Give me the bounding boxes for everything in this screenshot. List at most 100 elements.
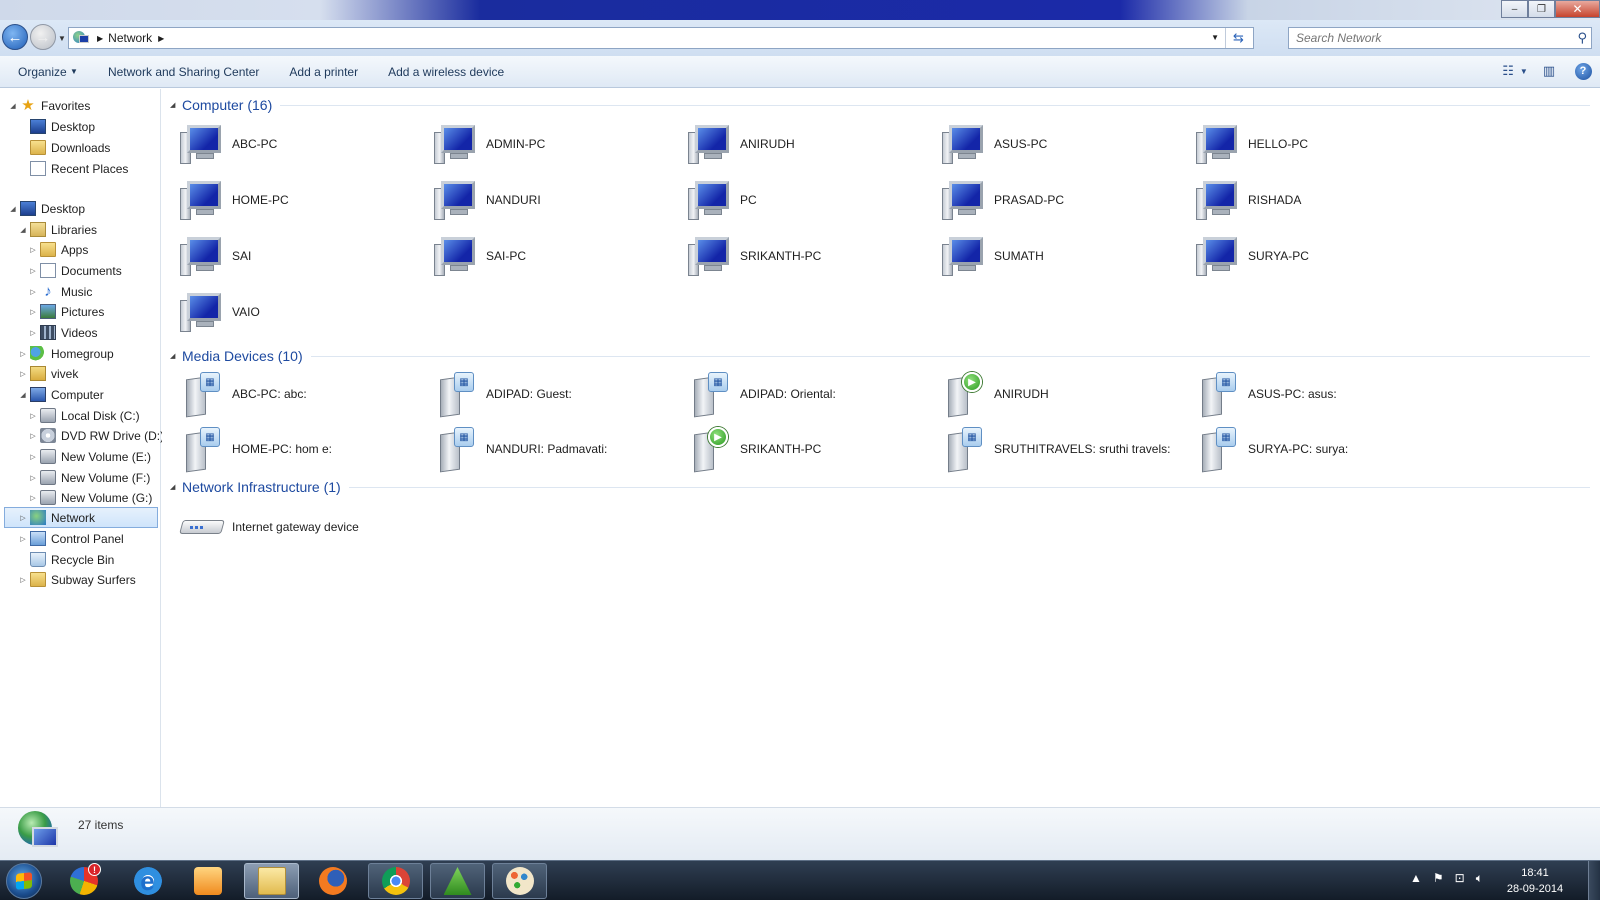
recent-pages-dropdown[interactable]: ▼ [58, 34, 66, 43]
taskbar-windows-explorer[interactable] [244, 863, 299, 899]
taskbar-app-pie[interactable]: ! [56, 863, 111, 899]
nav-drive-f[interactable]: ▷ New Volume (F:) [28, 467, 150, 488]
collapse-group-icon[interactable]: ◢ [170, 101, 182, 109]
group-header-media-devices[interactable]: ◢ Media Devices (10) [170, 346, 1590, 366]
computer-item[interactable]: NANDURI [432, 175, 672, 225]
collapsed-arrow-icon[interactable]: ▷ [18, 576, 28, 584]
nav-libraries[interactable]: ◢ Libraries [18, 219, 97, 240]
media-device-item[interactable]: ▦ ADIPAD: Oriental: [686, 369, 926, 419]
refresh-button[interactable]: ⇆ [1225, 28, 1251, 48]
computer-item[interactable]: SRIKANTH-PC [686, 231, 926, 281]
nav-downloads[interactable]: Downloads [18, 137, 110, 158]
media-device-item[interactable]: ▦ ASUS-PC: asus: [1194, 369, 1434, 419]
preview-pane-button[interactable]: ▥ [1538, 60, 1560, 82]
collapsed-arrow-icon[interactable]: ▷ [28, 453, 38, 461]
computer-item[interactable]: SAI-PC [432, 231, 672, 281]
collapsed-arrow-icon[interactable]: ▷ [18, 535, 28, 543]
nav-homegroup[interactable]: ▷ Homegroup [18, 343, 114, 364]
volume-icon[interactable]: 🔈︎ [1476, 871, 1483, 886]
collapsed-arrow-icon[interactable]: ▷ [28, 308, 38, 316]
collapsed-arrow-icon[interactable]: ▷ [18, 350, 28, 358]
show-hidden-icons-icon[interactable]: ▲ [1410, 871, 1422, 886]
collapse-group-icon[interactable]: ◢ [170, 352, 182, 360]
nav-network[interactable]: ▷ Network [4, 507, 158, 528]
collapsed-arrow-icon[interactable]: ▷ [28, 412, 38, 420]
clock[interactable]: 18:41 28-09-2014 [1500, 865, 1570, 897]
search-input[interactable] [1289, 28, 1559, 48]
taskbar-internet-explorer[interactable]: e [120, 863, 175, 899]
nav-drive-g[interactable]: ▷ New Volume (G:) [28, 487, 152, 508]
computer-item[interactable]: HOME-PC [178, 175, 418, 225]
breadcrumb-separator-icon[interactable]: ▶ [97, 34, 103, 43]
media-device-item[interactable]: ▶ SRIKANTH-PC [686, 424, 926, 474]
computer-item[interactable]: SURYA-PC [1194, 231, 1434, 281]
group-header-computer[interactable]: ◢ Computer (16) [170, 95, 1590, 115]
computer-item[interactable]: HELLO-PC [1194, 119, 1434, 169]
nav-drive-c[interactable]: ▷ Local Disk (C:) [28, 405, 140, 426]
nav-drive-d[interactable]: ▷ DVD RW Drive (D:) [28, 425, 164, 446]
add-wireless-device-button[interactable]: Add a wireless device [373, 60, 519, 84]
expanded-arrow-icon[interactable]: ◢ [18, 226, 28, 234]
back-button[interactable]: ← [2, 24, 28, 50]
address-bar[interactable]: ▶ Network ▶ ▼ ⇆ [68, 27, 1254, 49]
computer-item[interactable]: SAI [178, 231, 418, 281]
organize-menu[interactable]: Organize ▼ [0, 60, 93, 84]
taskbar-paint[interactable] [492, 863, 547, 899]
computer-item[interactable]: SUMATH [940, 231, 1180, 281]
collapsed-arrow-icon[interactable]: ▷ [28, 267, 38, 275]
computer-item[interactable]: ABC-PC [178, 119, 418, 169]
address-dropdown-icon[interactable]: ▼ [1211, 33, 1219, 42]
start-button[interactable] [6, 863, 42, 899]
add-printer-button[interactable]: Add a printer [274, 60, 373, 84]
computer-item[interactable]: RISHADA [1194, 175, 1434, 225]
close-button[interactable]: ✕ [1555, 0, 1600, 18]
action-center-flag-icon[interactable]: ⚑ [1433, 871, 1444, 886]
nav-videos[interactable]: ▷ Videos [28, 322, 97, 343]
media-device-item[interactable]: ▦ NANDURI: Padmavati: [432, 424, 672, 474]
breadcrumb-chevron-icon[interactable]: ▶ [158, 34, 164, 43]
nav-music[interactable]: ▷ ♪ Music [28, 281, 92, 302]
nav-desktop-favorite[interactable]: Desktop [18, 116, 95, 137]
network-status-icon[interactable]: ⊡ [1455, 871, 1465, 886]
nav-favorites[interactable]: ◢ ★ Favorites [8, 95, 90, 116]
search-icon[interactable]: ⚲ [1577, 30, 1587, 46]
forward-button[interactable]: → [30, 24, 56, 50]
collapsed-arrow-icon[interactable]: ▷ [18, 370, 28, 378]
expanded-arrow-icon[interactable]: ◢ [8, 102, 18, 110]
nav-drive-e[interactable]: ▷ New Volume (E:) [28, 446, 151, 467]
computer-item[interactable]: ANIRUDH [686, 119, 926, 169]
media-device-item[interactable]: ▶ ANIRUDH [940, 369, 1180, 419]
nav-apps[interactable]: ▷ Apps [28, 239, 88, 260]
computer-item[interactable]: PC [686, 175, 926, 225]
computer-item[interactable]: ADMIN-PC [432, 119, 672, 169]
media-device-item[interactable]: ▦ SRUTHITRAVELS: sruthi travels: [940, 424, 1180, 474]
network-infrastructure-item[interactable]: Internet gateway device [178, 502, 418, 552]
breadcrumb-network[interactable]: Network [108, 31, 152, 45]
show-desktop-button[interactable] [1588, 861, 1600, 900]
computer-item[interactable]: PRASAD-PC [940, 175, 1180, 225]
minimize-button[interactable]: – [1501, 0, 1528, 18]
nav-recent-places[interactable]: Recent Places [18, 158, 128, 179]
nav-pictures[interactable]: ▷ Pictures [28, 301, 104, 322]
nav-subway-surfers[interactable]: ▷ Subway Surfers [18, 569, 136, 590]
help-button[interactable]: ? [1572, 60, 1594, 82]
collapsed-arrow-icon[interactable]: ▷ [28, 329, 38, 337]
computer-item[interactable]: ASUS-PC [940, 119, 1180, 169]
media-device-item[interactable]: ▦ ABC-PC: abc: [178, 369, 418, 419]
media-device-item[interactable]: ▦ HOME-PC: hom e: [178, 424, 418, 474]
collapsed-arrow-icon[interactable]: ▷ [28, 432, 38, 440]
nav-desktop[interactable]: ◢ Desktop [8, 198, 85, 219]
taskbar-media-player[interactable] [180, 863, 235, 899]
group-header-network-infrastructure[interactable]: ◢ Network Infrastructure (1) [170, 477, 1590, 497]
restore-button[interactable]: ❐ [1528, 0, 1555, 18]
nav-user-vivek[interactable]: ▷ vivek [18, 363, 78, 384]
nav-computer[interactable]: ◢ Computer [18, 384, 104, 405]
collapsed-arrow-icon[interactable]: ▷ [28, 474, 38, 482]
collapsed-arrow-icon[interactable]: ▷ [28, 246, 38, 254]
expanded-arrow-icon[interactable]: ◢ [8, 205, 18, 213]
media-device-item[interactable]: ▦ SURYA-PC: surya: [1194, 424, 1434, 474]
taskbar-tree-app[interactable] [430, 863, 485, 899]
collapse-group-icon[interactable]: ◢ [170, 483, 182, 491]
nav-control-panel[interactable]: ▷ Control Panel [18, 528, 124, 549]
collapsed-arrow-icon[interactable]: ▷ [28, 494, 38, 502]
